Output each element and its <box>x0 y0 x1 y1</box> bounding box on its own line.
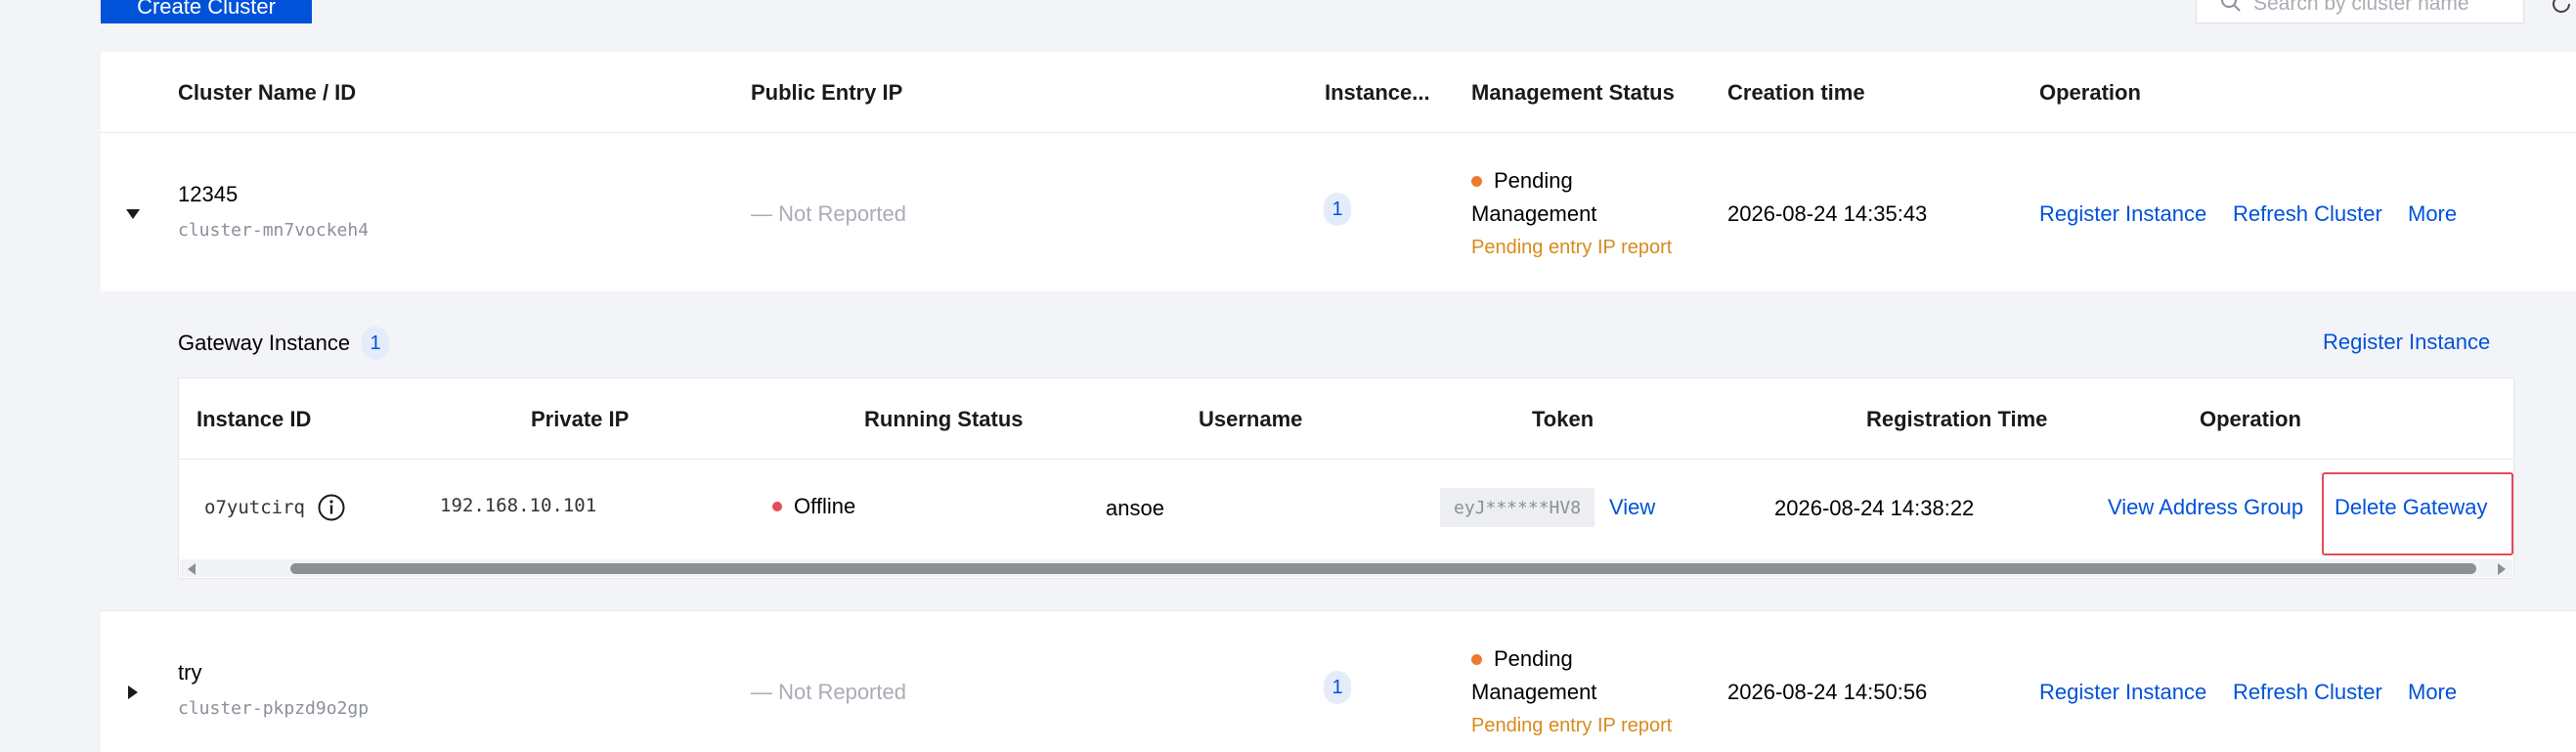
header-instances: Instance... <box>1325 80 1430 105</box>
refresh-cluster-link[interactable]: Refresh Cluster <box>2233 680 2382 705</box>
status-note: Pending entry IP report <box>1471 237 1673 258</box>
header-operation: Operation <box>2039 80 2141 105</box>
gw-running-status-text: Offline <box>794 494 856 518</box>
gw-running-status: Offline <box>772 494 855 519</box>
header-management-status: Management Status <box>1471 80 1675 105</box>
pending-dot-icon <box>1471 653 1482 665</box>
gateway-title: Gateway Instance <box>178 331 351 355</box>
management-status: Pending Management Pending entry IP repo… <box>1471 168 1672 259</box>
cluster-id: cluster-mn7vockeh4 <box>178 220 370 241</box>
gw-registration-time: 2026-08-24 14:38:22 <box>1774 496 1975 520</box>
register-instance-link[interactable]: Register Instance <box>2039 201 2206 227</box>
cluster-name: 12345 <box>178 182 239 206</box>
gw-header-running-status: Running Status <box>864 407 1024 431</box>
gw-header-token: Token <box>1532 407 1594 431</box>
info-icon[interactable] <box>317 493 346 522</box>
status-line1: Pending <box>1494 646 1573 671</box>
gw-instance-id-cell: o7yutcirq <box>180 493 346 526</box>
status-line2: Management <box>1471 201 1597 226</box>
gateway-count-badge: 1 <box>362 327 390 360</box>
view-address-group-link[interactable]: View Address Group <box>2108 495 2303 520</box>
status-line2: Management <box>1471 680 1597 704</box>
gateway-register-instance-link[interactable]: Register Instance <box>2323 330 2490 355</box>
cluster-id: cluster-pkpzd9o2gp <box>178 698 370 719</box>
instance-count-badge[interactable]: 1 <box>1324 193 1351 226</box>
status-line1: Pending <box>1494 168 1573 193</box>
refresh-cluster-link[interactable]: Refresh Cluster <box>2233 201 2382 227</box>
more-link[interactable]: More <box>2408 201 2457 227</box>
status-note: Pending entry IP report <box>1471 715 1673 736</box>
more-link[interactable]: More <box>2408 680 2457 705</box>
header-public-ip: Public Entry IP <box>751 80 903 105</box>
gw-token-view-link[interactable]: View <box>1609 495 1655 520</box>
scrollbar-thumb[interactable] <box>290 563 2476 574</box>
gateway-title-row: Gateway Instance 1 <box>178 327 390 360</box>
gw-header-operation: Operation <box>2200 407 2301 431</box>
header-cluster-name: Cluster Name / ID <box>178 80 357 105</box>
expand-row-icon[interactable] <box>126 685 140 705</box>
gw-header-private-ip: Private IP <box>531 407 630 431</box>
register-instance-link[interactable]: Register Instance <box>2039 680 2206 705</box>
public-entry-ip: — Not Reported <box>751 201 906 226</box>
pending-dot-icon <box>1471 175 1482 187</box>
search-icon <box>2220 0 2242 18</box>
offline-dot-icon <box>772 502 782 511</box>
delete-gateway-highlight <box>2322 472 2513 555</box>
instance-count-badge[interactable]: 1 <box>1324 671 1351 704</box>
search-box[interactable] <box>2196 0 2524 23</box>
row-divider <box>101 610 2576 611</box>
create-cluster-button[interactable]: Create Cluster <box>101 0 312 23</box>
gw-token-value: eyJ******HV8 <box>1440 488 1595 527</box>
management-status: Pending Management Pending entry IP repo… <box>1471 646 1672 737</box>
creation-time: 2026-08-24 14:50:56 <box>1727 680 1928 704</box>
scroll-right-arrow-icon[interactable] <box>2496 562 2508 581</box>
gw-private-ip: 192.168.10.101 <box>440 495 597 516</box>
scroll-left-arrow-icon[interactable] <box>186 562 197 581</box>
gw-header-divider <box>179 459 2513 460</box>
creation-time: 2026-08-24 14:35:43 <box>1727 201 1928 226</box>
cluster-name: try <box>178 660 202 685</box>
gateway-instance-table <box>178 377 2514 579</box>
gw-header-registration-time: Registration Time <box>1866 407 2048 431</box>
refresh-icon[interactable] <box>2548 0 2575 22</box>
public-entry-ip: — Not Reported <box>751 680 906 704</box>
gw-header-instance-id: Instance ID <box>196 407 312 431</box>
gw-username: ansoe <box>1106 496 1164 520</box>
collapse-row-icon[interactable] <box>125 207 141 226</box>
header-divider <box>101 132 2576 133</box>
gw-header-username: Username <box>1199 407 1303 431</box>
gw-instance-id: o7yutcirq <box>204 497 305 518</box>
header-creation-time: Creation time <box>1727 80 1865 105</box>
search-input[interactable] <box>2253 0 2488 16</box>
